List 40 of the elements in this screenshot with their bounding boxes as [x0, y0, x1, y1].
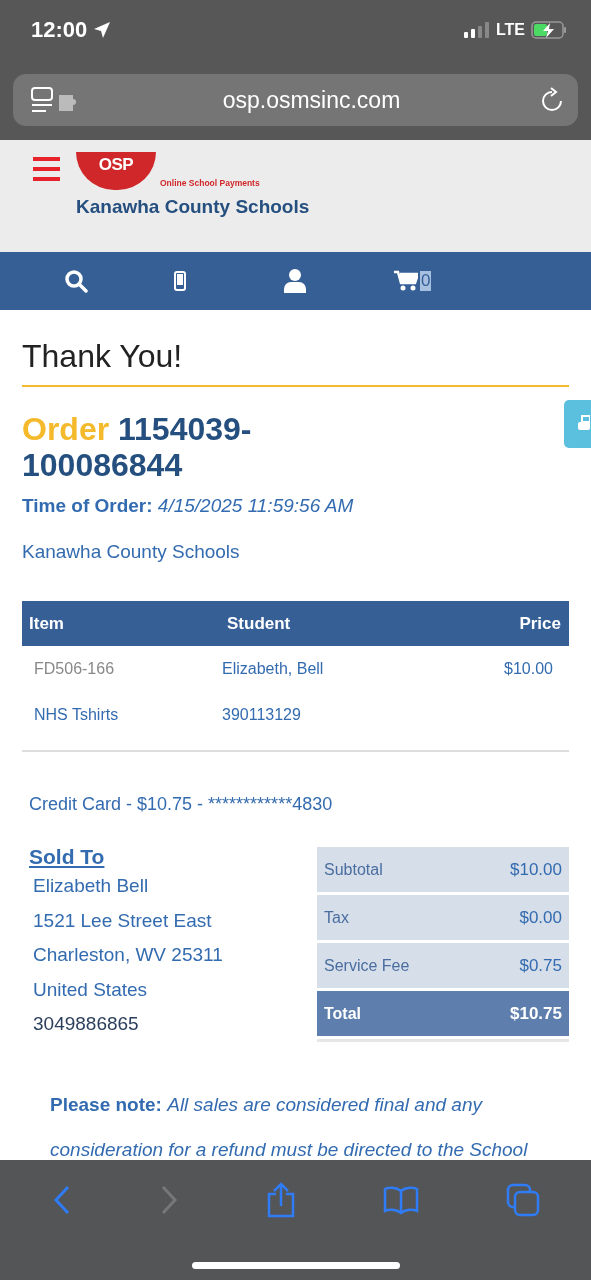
- location-arrow-icon: [93, 21, 112, 39]
- tagline: Online School Payments: [160, 178, 260, 188]
- cart-count: 0: [420, 271, 432, 291]
- student-name: Elizabeth, Bell: [222, 660, 325, 678]
- address-line: 1521 Lee Street East: [33, 908, 213, 933]
- address-bar[interactable]: osp.osmsinc.com: [13, 74, 578, 126]
- column-header: Item: [29, 613, 65, 634]
- battery-charging-icon: [531, 21, 567, 39]
- cart-icon[interactable]: [394, 270, 418, 292]
- order-time: Time of Order: 4/15/2025 11:59:56 AM: [22, 495, 355, 517]
- summary-row: Tax $0.00: [317, 895, 569, 940]
- search-icon[interactable]: [64, 269, 88, 293]
- summary-row: Subtotal $10.00: [317, 847, 569, 892]
- url-text: osp.osmsinc.com: [222, 86, 401, 114]
- summary-row: Service Fee $0.75: [317, 943, 569, 988]
- district-name: Kanawha County Schools: [76, 196, 310, 218]
- signal-icon: [463, 22, 490, 38]
- phone-icon[interactable]: [174, 271, 186, 291]
- item-price: $10.00: [503, 660, 553, 678]
- menu-icon[interactable]: [33, 157, 60, 181]
- sold-to-heading: Sold To: [29, 845, 106, 869]
- address-line: Elizabeth Bell: [33, 874, 150, 898]
- student-id: 390113129: [222, 706, 302, 724]
- order-heading: Order 1154039-100086844: [22, 411, 253, 483]
- address-line: United States: [33, 977, 149, 1002]
- user-icon[interactable]: [284, 269, 306, 293]
- status-time: 12:00: [31, 17, 88, 43]
- reload-icon[interactable]: [540, 87, 564, 113]
- summary-row: Total $10.75: [317, 991, 569, 1036]
- network-label: LTE: [495, 21, 525, 39]
- address-line: Charleston, WV 25311: [33, 943, 223, 967]
- page-title: Thank You!: [22, 338, 569, 387]
- phone-number: 3049886865: [33, 1012, 140, 1036]
- payment-method: Credit Card - $10.75 - ************4830: [29, 794, 334, 815]
- refund-note: Please note: All sales are considered final and any consideration for a refund must be directed to the School: [50, 1092, 529, 1160]
- item-code: FD506-166: [34, 660, 116, 678]
- item-name: NHS Tshirts: [34, 706, 120, 724]
- logo[interactable]: OSP: [76, 152, 156, 190]
- column-header: Student: [227, 613, 292, 634]
- column-header: Price: [518, 613, 561, 634]
